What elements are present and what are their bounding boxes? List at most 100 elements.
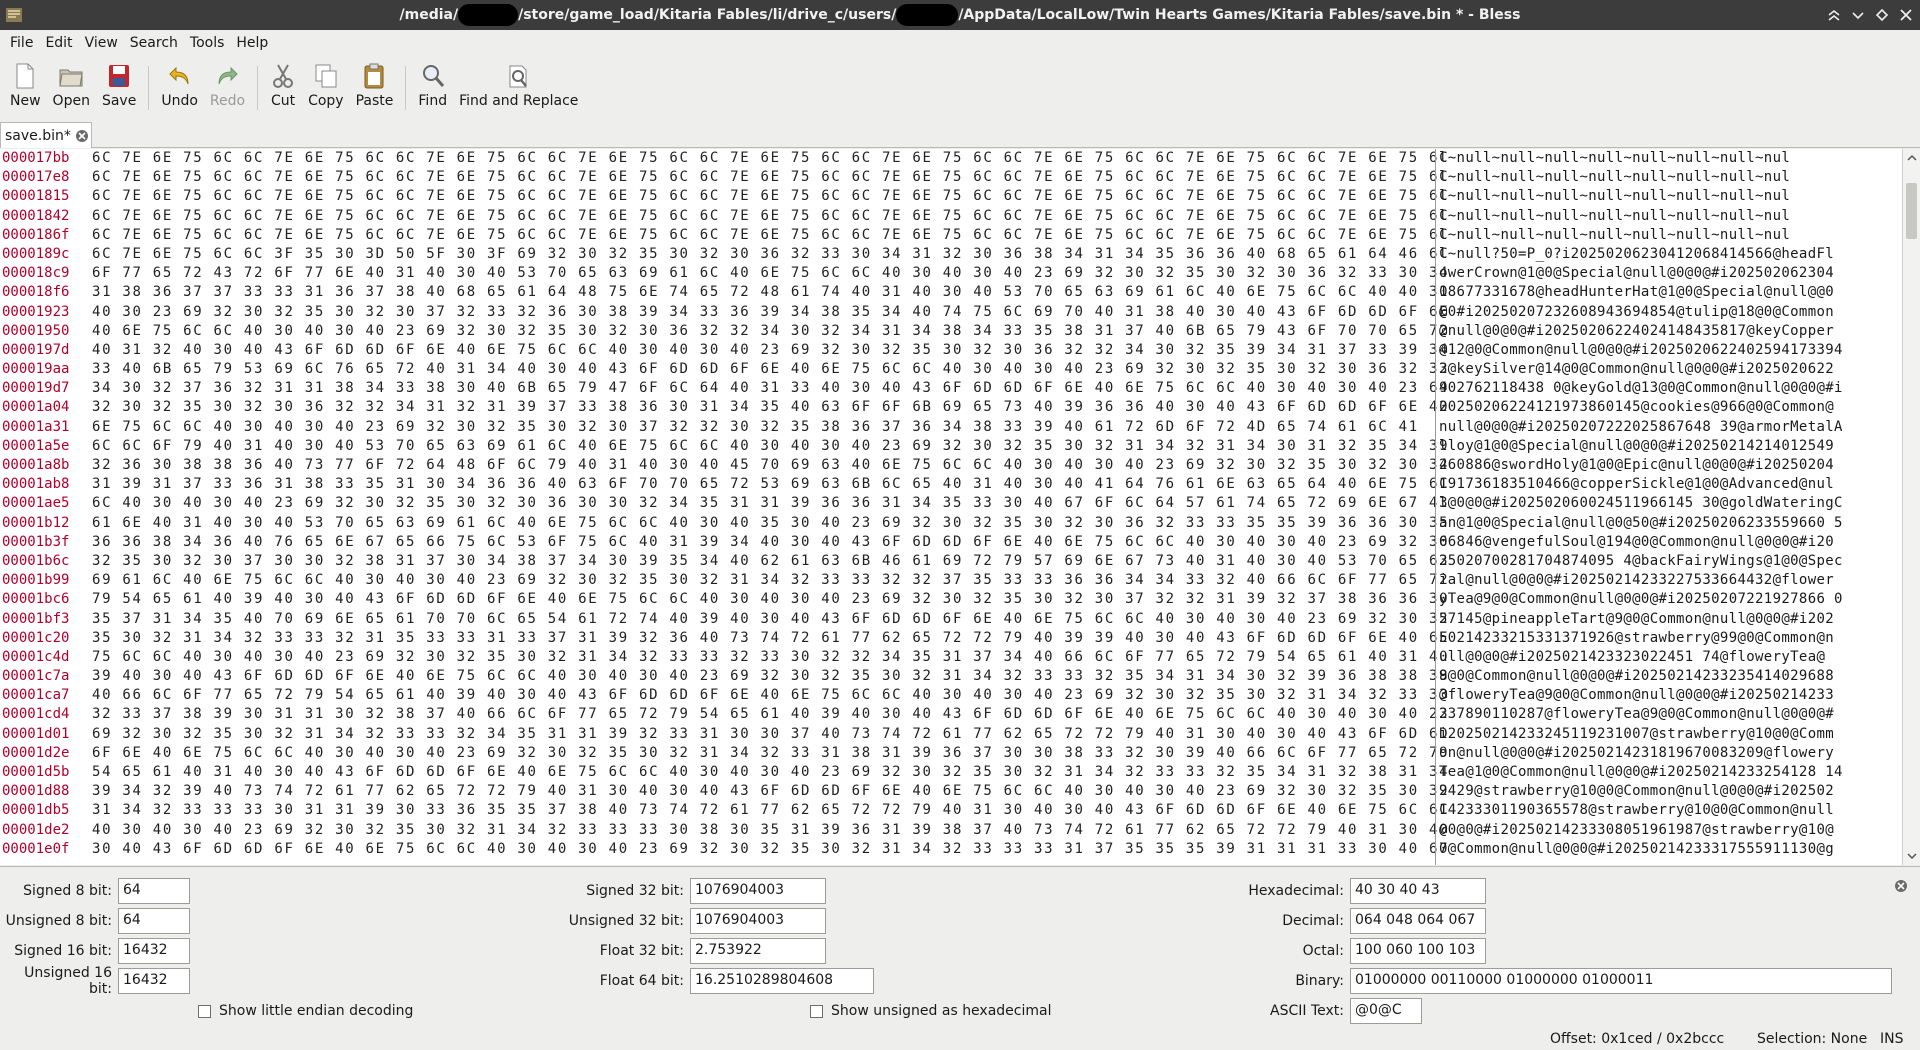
ascii-row[interactable]: @floweryTea@9@0@Common@null@0@0@#i202502… [1439,686,1899,705]
menu-file[interactable]: File [4,35,39,51]
hex-row[interactable]: 40 31 32 40 30 40 43 6F 6D 6D 6F 6E 40 6… [92,341,1448,360]
scroll-up-icon[interactable] [1906,152,1918,164]
checkbox-box[interactable] [198,1004,211,1018]
find-and-replace-button[interactable]: Find and Replace [453,62,584,109]
scrollbar-thumb[interactable] [1906,183,1917,239]
hex-row[interactable]: 6F 6E 40 6E 75 6C 6C 40 30 40 30 40 23 6… [92,744,1448,763]
menu-edit[interactable]: Edit [39,35,78,51]
ascii-row[interactable]: ial@null@0@0@#i20250214233227533664432@f… [1439,571,1899,590]
hex-row[interactable]: 54 65 61 40 31 40 30 40 43 6F 6D 6D 6F 6… [92,763,1448,782]
hex-row[interactable]: 39 40 30 40 43 6F 6D 6D 6F 6E 40 6E 75 6… [92,667,1448,686]
ascii-row[interactable]: ull@0@0@#i2025021423323022451 74@flowery… [1439,648,1899,667]
hex-row[interactable]: 40 30 23 69 32 30 32 35 30 32 30 37 32 3… [92,303,1448,322]
save-button[interactable]: Save [96,62,142,109]
ascii-row[interactable]: lloy@1@0@Special@null@0@0@#i202502142140… [1439,437,1899,456]
hex-row[interactable]: 33 40 6B 65 79 53 69 6C 76 65 72 40 31 3… [92,360,1448,379]
float-32-field[interactable]: 2.753922 [690,938,826,964]
ascii-row[interactable]: l~null~null~null~null~null~null~null~nul [1439,149,1899,168]
ascii-row[interactable]: an@1@0@Special@null@0@50@#i2025020623355… [1439,514,1899,533]
menu-tools[interactable]: Tools [184,35,231,51]
hex-row[interactable]: 32 35 30 32 30 37 30 30 32 38 31 37 30 3… [92,552,1448,571]
little-endian-checkbox[interactable]: Show little endian decoding [198,1003,413,1019]
ascii-row[interactable]: l~null~null~null~null~null~null~null~nul [1439,226,1899,245]
ascii-row[interactable]: 57145@pineappleTart@9@0@Common@null@0@0@… [1439,610,1899,629]
ascii-row[interactable]: 50214233215331371926@strawberry@99@0@Com… [1439,629,1899,648]
hex-row[interactable]: 32 30 32 35 30 32 30 36 32 32 34 31 32 3… [92,398,1448,417]
ascii-row[interactable]: Tea@1@0@Common@null@0@0@#i20250214233254… [1439,763,1899,782]
hex-row[interactable]: 35 37 31 34 35 40 70 69 6E 65 61 70 70 6… [92,610,1448,629]
find-button[interactable]: Find [412,62,453,109]
ascii-row[interactable]: 25020700281704874095 4@backFairyWings@1@… [1439,552,1899,571]
insert-mode-status[interactable]: INS [1880,1031,1904,1047]
signed-8-field[interactable]: 64 [118,878,190,904]
hex-row[interactable]: 40 30 40 30 40 23 69 32 30 32 35 30 32 3… [92,821,1448,840]
ascii-row[interactable]: l~null~null~null~null~null~null~null~nul [1439,168,1899,187]
hex-row[interactable]: 31 38 36 37 37 33 33 31 36 37 38 40 68 6… [92,283,1448,302]
ascii-row[interactable]: 402762118438 0@keyGold@13@0@Common@null@… [1439,379,1899,398]
vertical-scrollbar[interactable] [1902,149,1920,865]
hex-row[interactable]: 6C 7E 6E 75 6C 6C 7E 6E 75 6C 6C 7E 6E 7… [92,187,1448,206]
hex-row[interactable]: 6F 77 65 72 43 72 6F 77 6E 40 31 40 30 4… [92,264,1448,283]
hex-row[interactable]: 32 33 37 38 39 30 31 31 30 32 38 37 40 6… [92,705,1448,724]
ascii-row[interactable]: owerCrown@1@0@Special@null@0@0@#i2025020… [1439,264,1899,283]
hex-row[interactable]: 69 32 30 32 35 30 32 31 34 32 33 33 32 3… [92,725,1448,744]
ascii-row[interactable]: null@0@0@#i20250207222025867648 39@armor… [1439,418,1899,437]
binary-field[interactable]: 01000000 00110000 01000000 01000011 [1350,968,1892,994]
ascii-row[interactable]: 9@0@Common@null@0@0@#i202502142332354140… [1439,667,1899,686]
hex-row[interactable]: 75 6C 6C 40 30 40 30 40 23 69 32 30 32 3… [92,648,1448,667]
hex-row[interactable]: 6C 7E 6E 75 6C 6C 7E 6E 75 6C 6C 7E 6E 7… [92,207,1448,226]
ascii-row[interactable]: 14233301190365578@strawberry@10@0@Common… [1439,801,1899,820]
maximize-button[interactable] [1872,4,1892,26]
checkbox-box[interactable] [810,1004,823,1018]
hex-row[interactable]: 6C 7E 6E 75 6C 6C 7E 6E 75 6C 6C 7E 6E 7… [92,149,1448,168]
unsigned-16-field[interactable]: 16432 [118,968,190,994]
decimal-field[interactable]: 064 048 064 067 [1350,908,1486,934]
unsigned-32-field[interactable]: 1076904003 [690,908,826,934]
ascii-row[interactable]: 0@Common@null@0@0@#i20250214233317555911… [1439,840,1899,859]
hex-row[interactable]: 6C 40 30 40 30 40 23 69 32 30 32 35 30 3… [92,494,1448,513]
redo-button[interactable]: Redo [204,62,251,109]
ascii-row[interactable]: l@0@0@#i202502060024511966145 30@goldWat… [1439,494,1899,513]
hex-row[interactable]: 61 6E 40 31 40 30 40 53 70 65 63 69 61 6… [92,514,1448,533]
ascii-row[interactable]: i20250214233245119231007@strawberry@10@0… [1439,725,1899,744]
close-window-button[interactable] [1896,4,1916,26]
ascii-row[interactable]: l~null~null~null~null~null~null~null~nul [1439,207,1899,226]
ascii-row[interactable]: @null@0@0@#i20250206224024148435817@keyC… [1439,322,1899,341]
ascii-row[interactable]: 20250206224121973860145@cookies@966@0@Co… [1439,398,1899,417]
float-64-field[interactable]: 16.2510289804608 [690,968,874,994]
cut-button[interactable]: Cut [264,62,302,109]
ascii-row[interactable]: @12@0@Common@null@0@0@#i2025020622402594… [1439,341,1899,360]
signed-16-field[interactable]: 16432 [118,938,190,964]
ascii-row[interactable]: l~null~null~null~null~null~null~null~nul [1439,187,1899,206]
hex-row[interactable]: 39 34 32 39 40 73 74 72 61 77 62 65 72 7… [92,782,1448,801]
ascii-row[interactable]: l~null?50=P_0?i20250206230412068414566@h… [1439,245,1899,264]
hex-row[interactable]: 6C 6C 6F 79 40 31 40 30 40 53 70 65 63 6… [92,437,1448,456]
ascii-row[interactable]: on@null@0@0@#i20250214231819670083209@fl… [1439,744,1899,763]
hex-row[interactable]: 32 36 30 38 38 36 40 73 77 6F 72 64 48 6… [92,456,1448,475]
ascii-row[interactable]: @0@0@#i20250214233308051961987@strawberr… [1439,821,1899,840]
maximize-vertical-button[interactable] [1824,4,1844,26]
ascii-row[interactable]: 18677331678@headHunterHat@1@0@Special@nu… [1439,283,1899,302]
hex-row[interactable]: 30 40 43 6F 6D 6D 6F 6E 40 6E 75 6C 6C 4… [92,840,1448,859]
hex-row[interactable]: 36 36 38 34 36 40 76 65 6E 67 65 66 75 6… [92,533,1448,552]
ascii-text-field[interactable]: @0@C [1350,998,1422,1024]
close-tab-icon[interactable] [75,129,89,143]
ascii-column[interactable]: l~null~null~null~null~null~null~null~nul… [1439,149,1899,859]
ascii-row[interactable]: yTea@9@0@Common@null@0@0@#i2025020722192… [1439,590,1899,609]
hex-row[interactable]: 31 39 31 37 33 36 31 38 33 35 31 30 34 3… [92,475,1448,494]
hex-editor-area[interactable]: 000017bb 000017e8 00001815 00001842 0000186f… [0,149,1920,865]
signed-32-field[interactable]: 1076904003 [690,878,826,904]
hex-row[interactable]: 6C 7E 6E 75 6C 6C 7E 6E 75 6C 6C 7E 6E 7… [92,168,1448,187]
hex-row[interactable]: 40 6E 75 6C 6C 40 30 40 30 40 23 69 32 3… [92,322,1448,341]
ascii-row[interactable]: 260886@swordHoly@1@0@Epic@null@0@0@#i202… [1439,456,1899,475]
paste-button[interactable]: Paste [350,62,400,109]
copy-button[interactable]: Copy [302,62,350,109]
ascii-row[interactable]: 237890110287@floweryTea@9@0@Common@null@… [1439,705,1899,724]
minimize-button[interactable] [1848,4,1868,26]
close-panel-icon[interactable] [1894,879,1908,893]
new-button[interactable]: New [4,62,47,109]
hex-row[interactable]: 79 54 65 61 40 39 40 30 40 43 6F 6D 6D 6… [92,590,1448,609]
open-button[interactable]: Open [47,62,96,109]
hex-row[interactable]: 35 30 32 31 34 32 33 33 32 31 35 33 33 3… [92,629,1448,648]
ascii-row[interactable]: 66846@vengefulSoul@194@0@Common@null@0@0… [1439,533,1899,552]
